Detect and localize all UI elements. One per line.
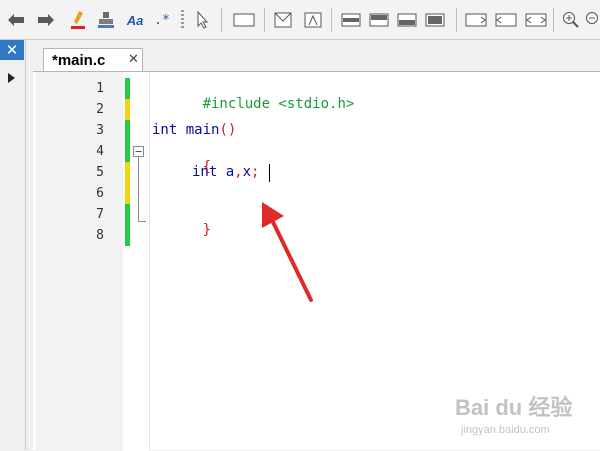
annotation-arrow-icon: [262, 202, 313, 302]
watermark-url: jingyan.baidu.com: [461, 424, 550, 436]
watermark-main: Bai du 经验: [455, 395, 573, 420]
watermark: Bai du 经验 jingyan.baidu.com: [455, 390, 595, 446]
